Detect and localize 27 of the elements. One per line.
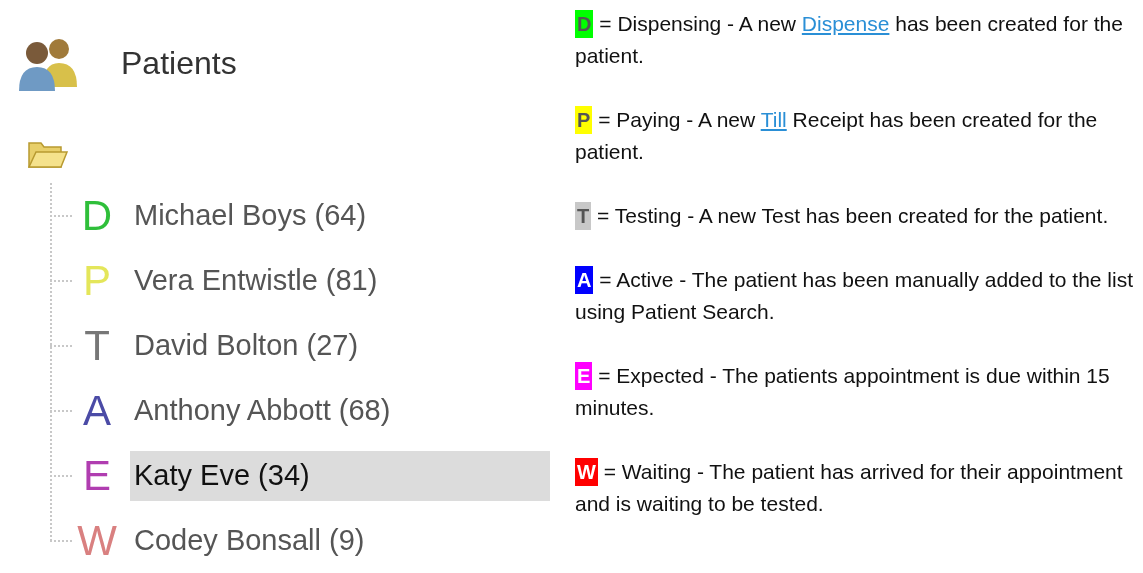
- legend-text: P = Paying - A new Till Receipt has been created for the patient.: [575, 105, 1099, 165]
- legend-text: D = Dispensing - A new Dispense has been created for the patient.: [575, 9, 1124, 69]
- status-letter: W: [76, 519, 118, 562]
- patient-item[interactable]: Anthony Abbott (68): [130, 385, 550, 436]
- patient-item[interactable]: David Bolton (27): [130, 320, 550, 371]
- status-badge: D: [575, 10, 594, 38]
- patient-item[interactable]: Vera Entwistle (81): [130, 255, 550, 306]
- patient-item[interactable]: Michael Boys (64): [130, 190, 550, 241]
- legend-text: E = Expected - The patients appointment is due within 15 minutes.: [575, 361, 1111, 421]
- legend-text: A = Active - The patient has been manually added to the list using Patient Search.: [575, 265, 1134, 325]
- status-letter: A: [82, 389, 112, 432]
- status-letter: D: [80, 194, 114, 237]
- legend-text: T = Testing - A new Test has been created for the patient.: [575, 200, 1135, 232]
- link[interactable]: Dispense: [801, 12, 890, 35]
- status-letter: P: [82, 259, 112, 302]
- status-badge: E: [575, 362, 593, 390]
- status-letter: E: [82, 454, 112, 497]
- status-badge: P: [575, 106, 593, 134]
- link[interactable]: Till: [760, 108, 787, 131]
- panel-title: Patients: [121, 43, 237, 83]
- status-letter: T: [83, 324, 111, 367]
- legend-text: W = Waiting - The patient has arrived for their appointment and is waiting to be tested.: [575, 457, 1124, 517]
- status-badge: T: [575, 202, 592, 230]
- status-badge: A: [575, 266, 594, 294]
- patient-item[interactable]: Codey Bonsall (9): [130, 515, 550, 566]
- patient-item[interactable]: Katy Eve (34): [130, 450, 550, 501]
- status-badge: W: [575, 458, 598, 486]
